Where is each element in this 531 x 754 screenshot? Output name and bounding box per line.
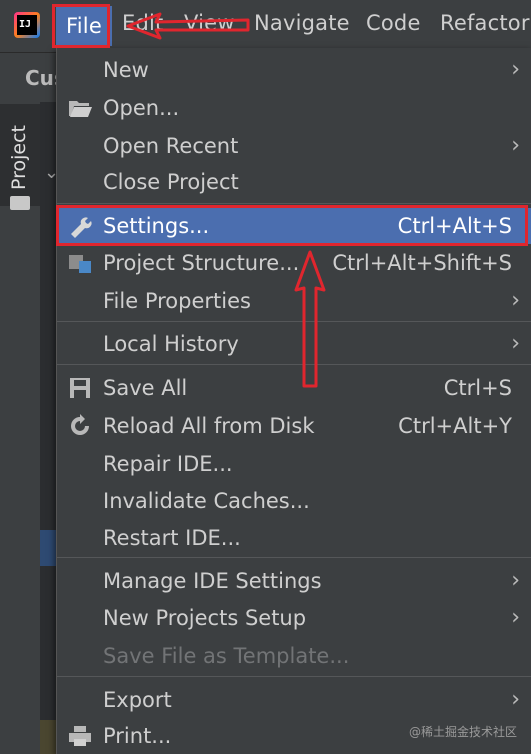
project-structure-icon [67, 251, 93, 275]
menu-item-label: Local History [103, 332, 239, 356]
submenu-arrow-icon: › [511, 331, 520, 356]
menu-separator [57, 364, 531, 365]
save-icon [67, 376, 93, 400]
watermark: @稀土掘金技术社区 [408, 725, 517, 739]
menu-file[interactable]: File [56, 6, 112, 46]
folder-open-icon [67, 96, 93, 120]
submenu-arrow-icon: › [511, 133, 520, 158]
menu-refactor[interactable]: Refactor [440, 11, 530, 35]
menu-item-new-projects-setup[interactable]: New Projects Setup › [57, 600, 531, 636]
folder-icon [10, 196, 30, 210]
project-tab-label: Project [8, 124, 30, 190]
menu-separator [57, 203, 531, 204]
menu-item-save-file-as-template: Save File as Template... [57, 638, 531, 674]
menu-separator [57, 557, 531, 558]
submenu-arrow-icon: › [511, 57, 520, 82]
menu-item-label: Invalidate Caches... [103, 489, 310, 513]
menu-item-label: Project Structure... [103, 251, 300, 275]
logo-text: IJ [17, 15, 37, 35]
menu-separator [57, 321, 531, 322]
menu-item-label: Reload All from Disk [103, 414, 315, 438]
intellij-logo-icon[interactable]: IJ [14, 12, 40, 38]
menu-code[interactable]: Code [366, 11, 421, 35]
menu-item-label: Close Project [103, 170, 239, 194]
menu-item-open-recent[interactable]: Open Recent › [57, 128, 531, 164]
menu-item-shortcut: Ctrl+Alt+S [397, 214, 512, 238]
menu-navigate[interactable]: Navigate [254, 11, 350, 35]
menu-bar: IJ File Edit View Navigate Code Refactor [0, 0, 531, 52]
menu-item-shortcut: Ctrl+S [443, 376, 512, 400]
menu-item-reload-all[interactable]: Reload All from Disk Ctrl+Alt+Y [57, 408, 531, 444]
print-icon [67, 724, 93, 748]
menu-item-label: Restart IDE... [103, 526, 241, 550]
menu-item-label: Open Recent [103, 134, 239, 158]
menu-item-shortcut: Ctrl+Alt+Y [398, 414, 512, 438]
menu-item-shortcut: Ctrl+Alt+Shift+S [332, 251, 512, 275]
file-menu-dropdown: New › Open... Open Recent › Close Projec… [56, 48, 531, 754]
menu-item-label: Repair IDE... [103, 452, 233, 476]
submenu-arrow-icon: › [511, 288, 520, 313]
submenu-arrow-icon: › [511, 687, 520, 712]
menu-item-invalidate-caches[interactable]: Invalidate Caches... [57, 483, 531, 519]
menu-item-manage-ide-settings[interactable]: Manage IDE Settings › [57, 563, 531, 599]
menu-item-label: Save File as Template... [103, 644, 350, 668]
menu-separator [57, 676, 531, 677]
menu-item-label: Print... [103, 724, 172, 748]
menu-item-file-properties[interactable]: File Properties › [57, 283, 531, 319]
menu-item-label: New [103, 58, 149, 82]
menu-item-restart-ide[interactable]: Restart IDE... [57, 520, 531, 556]
menu-item-export[interactable]: Export › [57, 682, 531, 718]
submenu-arrow-icon: › [511, 605, 520, 630]
menu-item-new[interactable]: New › [57, 52, 531, 88]
menu-item-save-all[interactable]: Save All Ctrl+S [57, 370, 531, 406]
menu-view[interactable]: View [184, 11, 235, 35]
menu-item-close-project[interactable]: Close Project [57, 164, 531, 200]
menu-item-local-history[interactable]: Local History › [57, 326, 531, 362]
menu-item-label: File Properties [103, 289, 251, 313]
menu-item-label: Manage IDE Settings [103, 569, 322, 593]
menu-item-repair-ide[interactable]: Repair IDE... [57, 446, 531, 482]
menu-item-label: Export [103, 688, 172, 712]
menu-item-label: Settings... [103, 214, 210, 238]
submenu-arrow-icon: › [511, 568, 520, 593]
reload-icon [67, 414, 93, 438]
menu-item-project-structure[interactable]: Project Structure... Ctrl+Alt+Shift+S [57, 245, 531, 281]
menu-item-label: Open... [103, 96, 180, 120]
menu-item-label: New Projects Setup [103, 606, 307, 630]
menu-item-settings[interactable]: Settings... Ctrl+Alt+S [57, 208, 531, 244]
menu-edit[interactable]: Edit [122, 11, 163, 35]
wrench-icon [67, 214, 93, 238]
menu-item-label: Save All [103, 376, 188, 400]
menu-item-open[interactable]: Open... [57, 90, 531, 126]
